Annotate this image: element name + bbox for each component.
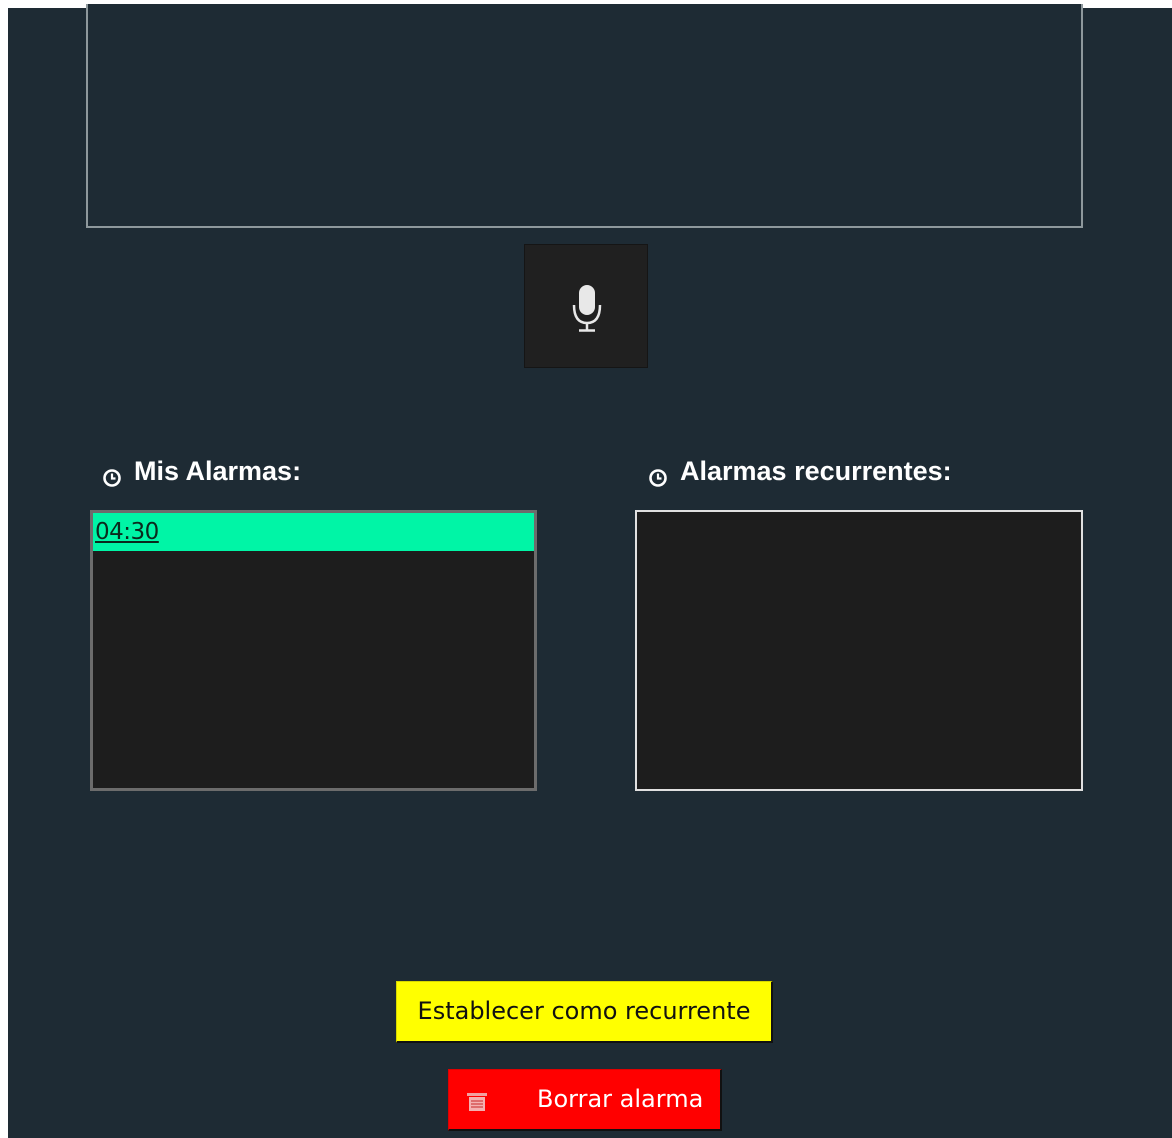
list-item-label: 04:30 bbox=[95, 519, 159, 545]
recurring-alarms-list[interactable] bbox=[635, 510, 1083, 791]
app-window: Mis Alarmas: Alarmas recurrentes: 04:30 … bbox=[8, 4, 1172, 1138]
set-recurrent-button[interactable]: Establecer como recurrente bbox=[396, 981, 773, 1043]
my-alarms-title: Mis Alarmas: bbox=[134, 455, 302, 486]
recurring-alarms-heading: Alarmas recurrentes: bbox=[648, 454, 952, 488]
my-alarms-heading: Mis Alarmas: bbox=[102, 454, 301, 488]
delete-alarm-button[interactable]: Borrar alarma bbox=[448, 1069, 722, 1131]
microphone-button[interactable] bbox=[524, 244, 648, 368]
clock-icon bbox=[103, 469, 121, 487]
transcript-box[interactable] bbox=[86, 4, 1083, 228]
trash-icon bbox=[467, 1093, 487, 1111]
my-alarms-list[interactable]: 04:30 bbox=[90, 510, 537, 791]
list-item[interactable]: 04:30 bbox=[93, 513, 534, 551]
clock-icon bbox=[649, 469, 667, 487]
microphone-icon bbox=[572, 285, 602, 332]
delete-alarm-label: Borrar alarma bbox=[537, 1085, 704, 1113]
recurring-alarms-title: Alarmas recurrentes: bbox=[680, 455, 952, 486]
